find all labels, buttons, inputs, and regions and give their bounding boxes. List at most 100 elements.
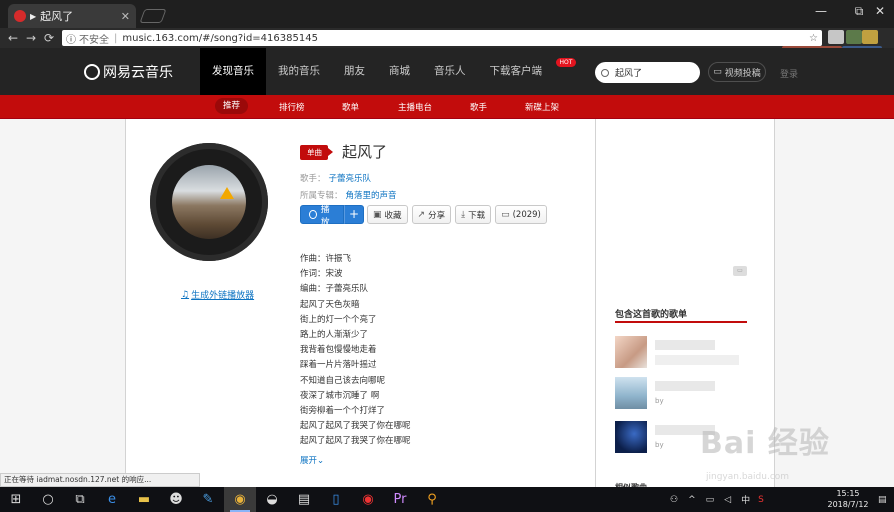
add-to-list-button[interactable]: + [344,205,364,224]
lyric-line: 作曲：许振飞 [300,254,352,264]
album-link[interactable]: 角落里的声音 [346,191,397,201]
browser-tab-bar: ▶ 起风了 ✕ — ⧉ ✕ [0,0,894,28]
subnav-toplist[interactable]: 排行榜 [279,101,305,113]
clock-date: 2018/7/12 [827,500,869,509]
edge-icon[interactable]: e [96,487,128,512]
forward-button[interactable]: → [22,31,40,45]
address-toolbar: ← → ⟳ ⓘ 不安全 | music.163.com/#/song?id=41… [0,28,894,48]
netease-logo-icon [84,64,100,80]
reload-button[interactable]: ⟳ [40,31,58,45]
extension-icon[interactable] [862,30,878,44]
creator-label: 视频投稿 [724,68,761,79]
play-button[interactable]: 播放 [300,205,344,228]
bookmark-star-icon[interactable]: ☆ [809,33,818,44]
search-tool-icon[interactable]: ⚲ [416,487,448,512]
share-icon: ↗ [417,209,426,220]
back-button[interactable]: ← [4,31,22,45]
tab-close-icon[interactable]: ✕ [121,10,130,23]
nav-download-client[interactable]: 下载客户端 HOT [478,48,577,95]
volume-icon[interactable]: ◁ [724,495,731,505]
ime-indicator[interactable]: 中 [741,493,750,506]
single-tag: 单曲 [300,145,333,160]
extension-icon[interactable] [828,30,844,44]
subnav-new-albums[interactable]: 新碟上架 [525,101,559,113]
nav-my-music[interactable]: 我的音乐 [266,48,332,95]
external-player-link[interactable]: ♫ 生成外链播放器 [181,288,254,302]
share-button[interactable]: ↗ 分享 [411,205,452,224]
lyric-line: 夜深了城市沉睡了 啊 [300,390,380,401]
subnav-artist[interactable]: 歌手 [470,101,487,113]
search-input[interactable]: 起风了 [595,62,700,83]
expand-lyrics-link[interactable]: 展开⌄ [300,454,324,466]
singer-link[interactable]: 子蕾亮乐队 [329,174,372,184]
singer-row: 歌手： 子蕾亮乐队 [300,172,371,184]
start-icon[interactable]: ⊞ [0,487,32,512]
playlist-cover[interactable] [615,377,647,409]
album-cover[interactable] [150,143,268,273]
clock-time: 15:15 [836,489,860,498]
lyrics: 作曲：许振飞 作词：宋波 编曲：子蕾亮乐队 起风了天色灰暗 街上的灯一个个亮了 … [300,252,411,450]
taskbar-clock[interactable]: 15:15 2018/7/12 [824,488,872,510]
window-close-button[interactable]: ✕ [866,4,894,18]
audio-playing-icon: ▶ [30,11,37,21]
download-label: 下载 [468,210,486,221]
lyric-line: 街上的灯一个个亮了 [300,314,377,325]
album-row: 所属专辑： 角落里的声音 [300,189,397,201]
nav-store[interactable]: 商城 [377,48,422,95]
separator: | [114,32,118,44]
download-button[interactable]: ⤓ 下载 [455,205,492,224]
pin-icon[interactable]: ▭ [733,266,747,276]
security-label: 不安全 [79,34,109,46]
playlist-item[interactable] [615,336,747,368]
cortana-icon[interactable]: ○ [32,487,64,512]
extension-icon[interactable] [846,30,862,44]
capture-icon[interactable]: ◒ [256,487,288,512]
nav-musician[interactable]: 音乐人 [422,48,478,95]
subnav-recommend[interactable]: 推荐 [215,98,249,114]
address-input[interactable]: ⓘ 不安全 | music.163.com/#/song?id=41638514… [62,30,822,46]
notes-icon[interactable]: ✎ [192,487,224,512]
browser-tab[interactable]: ▶ 起风了 ✕ [8,4,136,28]
song-title: 起风了 [342,143,388,161]
premiere-icon[interactable]: Pr [384,487,416,512]
play-icon [309,210,317,219]
media-icon[interactable]: ▤ [288,487,320,512]
subnav-playlist[interactable]: 歌单 [342,101,359,113]
task-view-icon[interactable]: ⧉ [64,487,96,512]
file-explorer-icon[interactable]: ▬ [128,487,160,512]
download-icon: ⤓ [461,209,466,220]
comment-count: (2029) [512,209,541,220]
collect-label: 收藏 [384,210,402,221]
creator-center-button[interactable]: ▭ 视频投稿 [708,62,766,82]
folder-plus-icon: ▣ [373,209,382,220]
chevron-down-icon: ⌄ [317,456,325,466]
record-icon[interactable]: ◉ [352,487,384,512]
tray-chevron-icon[interactable]: ^ [688,495,696,505]
expand-label: 展开 [300,456,318,466]
people-icon[interactable]: ⚇ [670,495,678,505]
comment-button[interactable]: ▭ (2029) [495,205,547,224]
sogou-icon[interactable]: S [758,495,764,505]
chrome-icon[interactable]: ◉ [224,487,256,512]
nav-friends[interactable]: 朋友 [332,48,377,95]
phone-icon[interactable]: ▯ [320,487,352,512]
window-minimize-button[interactable]: — [807,4,835,18]
network-icon[interactable]: ▭ [706,495,715,505]
collect-button[interactable]: ▣ 收藏 [367,205,408,224]
subnav-djradio[interactable]: 主播电台 [398,101,432,113]
music-note-icon: ♫ [181,289,190,300]
playlists-title: 包含这首歌的歌单 [615,310,688,320]
playlist-item[interactable]: by [615,377,747,409]
lyric-line: 作词：宋波 [300,269,343,280]
new-tab-button[interactable] [139,9,167,23]
nav-discover[interactable]: 发现音乐 [200,48,266,95]
qq-icon[interactable]: ☻ [160,487,192,512]
playlist-cover[interactable] [615,336,647,368]
playlist-creator: by [655,397,664,405]
share-label: 分享 [428,210,446,221]
site-logo[interactable]: 网易云音乐 [84,62,173,82]
notification-icon[interactable]: ▤ [878,487,887,512]
comment-icon: ▭ [501,209,510,220]
login-link[interactable]: 登录 [780,67,798,80]
playlist-cover[interactable] [615,421,647,453]
